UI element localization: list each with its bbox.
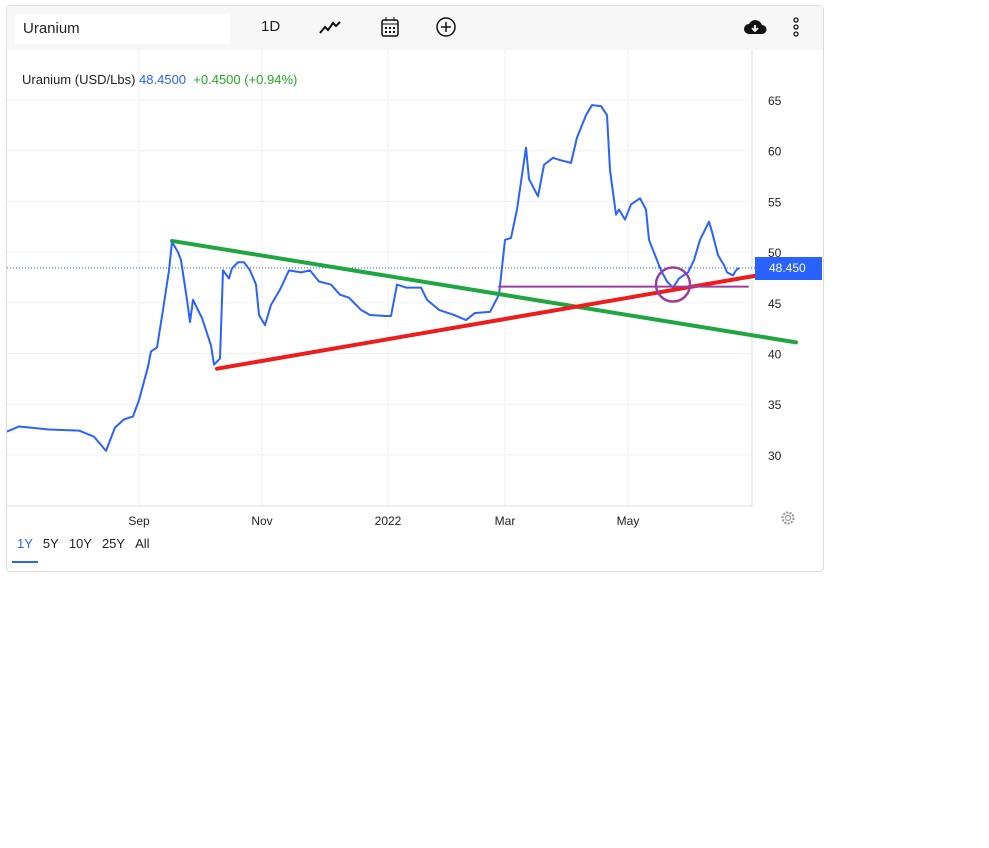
range-all[interactable]: All [130, 536, 154, 551]
y-tick-label: 60 [768, 145, 782, 159]
price-line [6, 104, 740, 452]
x-tick-label: 2022 [375, 514, 402, 528]
range-1y[interactable]: 1Y [12, 536, 38, 563]
y-tick-label: 65 [768, 94, 782, 108]
legend-price: 48.4500 [139, 72, 187, 87]
legend-change: +0.4500 (+0.94%) [193, 72, 298, 87]
x-tick-label: Sep [128, 514, 150, 528]
green-trendline [170, 238, 798, 345]
y-tick-label: 40 [768, 348, 782, 362]
y-tick-label: 45 [768, 297, 782, 311]
chart-legend: Uranium (USD/Lbs) 48.4500 +0.4500 (+0.94… [22, 72, 297, 87]
red-trendline [215, 271, 771, 371]
range-5y[interactable]: 5Y [38, 536, 64, 551]
annotation-circle [654, 266, 692, 303]
settings-gear-icon[interactable] [780, 510, 796, 531]
x-tick-label: May [617, 514, 640, 528]
y-tick-label: 30 [768, 449, 782, 463]
legend-name: Uranium (USD/Lbs) [22, 72, 136, 87]
range-10y[interactable]: 10Y [64, 536, 97, 551]
x-tick-label: Nov [251, 514, 272, 528]
range-selector: 1Y 5Y 10Y 25Y All [12, 536, 155, 563]
x-tick-label: Mar [495, 514, 516, 528]
price-chart[interactable]: 3035404550556065Sep Nov 2022 Mar May [0, 0, 989, 848]
y-tick-label: 55 [768, 195, 782, 209]
range-25y[interactable]: 25Y [97, 536, 130, 551]
last-price-tag: 48.450 [755, 257, 822, 280]
y-tick-label: 35 [768, 398, 782, 412]
